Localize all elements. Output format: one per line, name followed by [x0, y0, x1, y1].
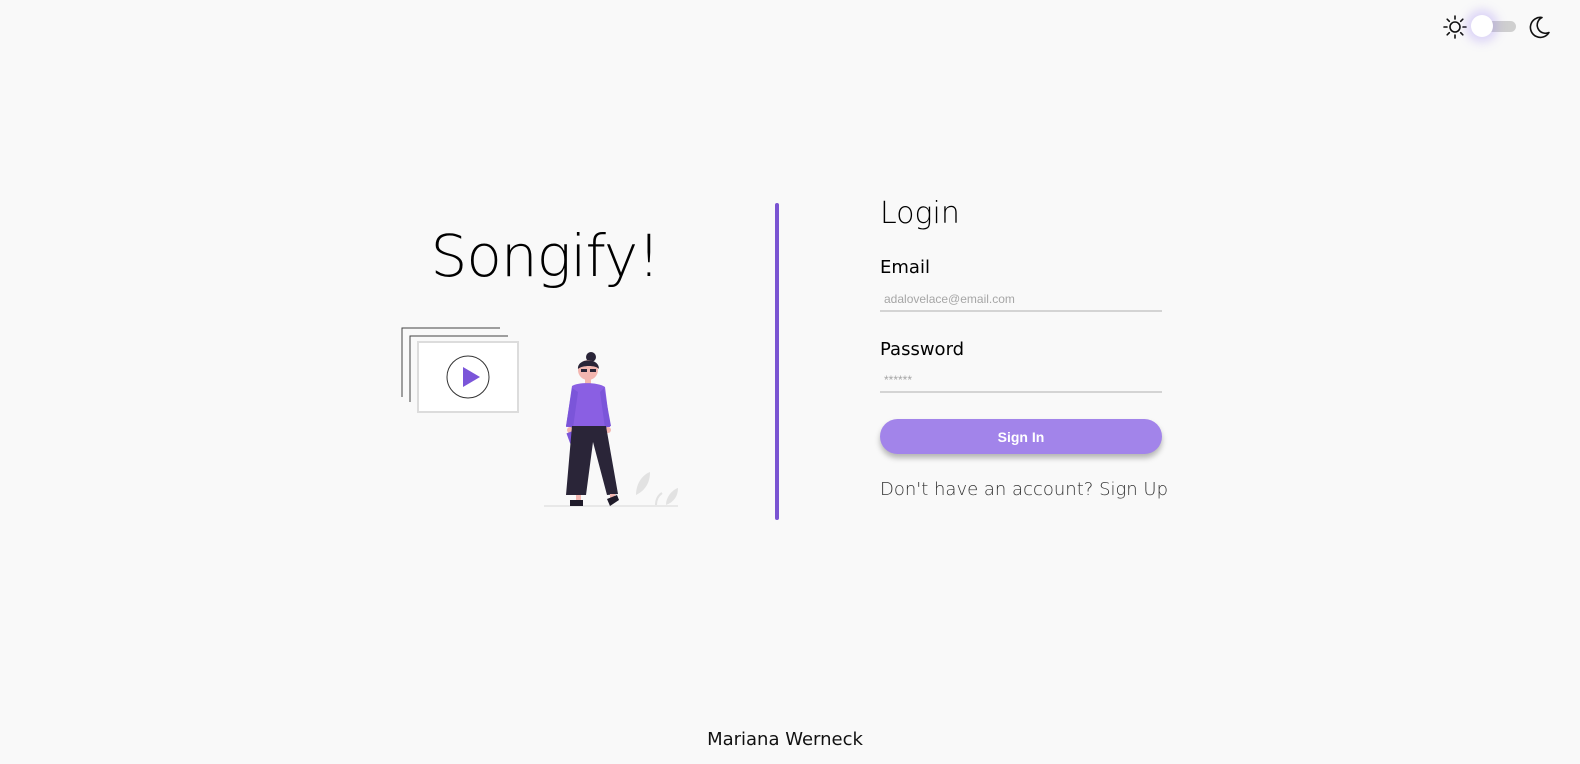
vertical-divider	[775, 203, 779, 520]
sign-in-button[interactable]: Sign In	[880, 419, 1162, 454]
plant-icon	[636, 472, 678, 506]
password-label: Password	[880, 339, 965, 360]
video-play-icon	[401, 327, 519, 413]
email-label: Email	[880, 257, 930, 278]
brand-title: Songify!	[430, 222, 661, 290]
moon-icon	[1526, 14, 1552, 40]
sun-icon	[1442, 14, 1468, 40]
theme-switch-knob[interactable]	[1471, 15, 1493, 37]
person-illustration	[566, 352, 619, 506]
sign-up-link[interactable]: Sign Up	[1099, 479, 1168, 500]
login-page: Songify! Login Email adalovelace@email.c…	[0, 0, 1580, 764]
theme-toggle[interactable]	[1442, 12, 1562, 42]
login-heading: Login	[880, 196, 960, 231]
footer-credit: Mariana Werneck	[707, 729, 863, 750]
email-input[interactable]	[880, 288, 1162, 312]
password-input[interactable]	[880, 369, 1162, 393]
signup-prompt-line: Don't have an account? Sign Up	[880, 479, 1168, 500]
hero-illustration	[400, 322, 690, 514]
signup-prompt-text: Don't have an account?	[880, 479, 1094, 500]
